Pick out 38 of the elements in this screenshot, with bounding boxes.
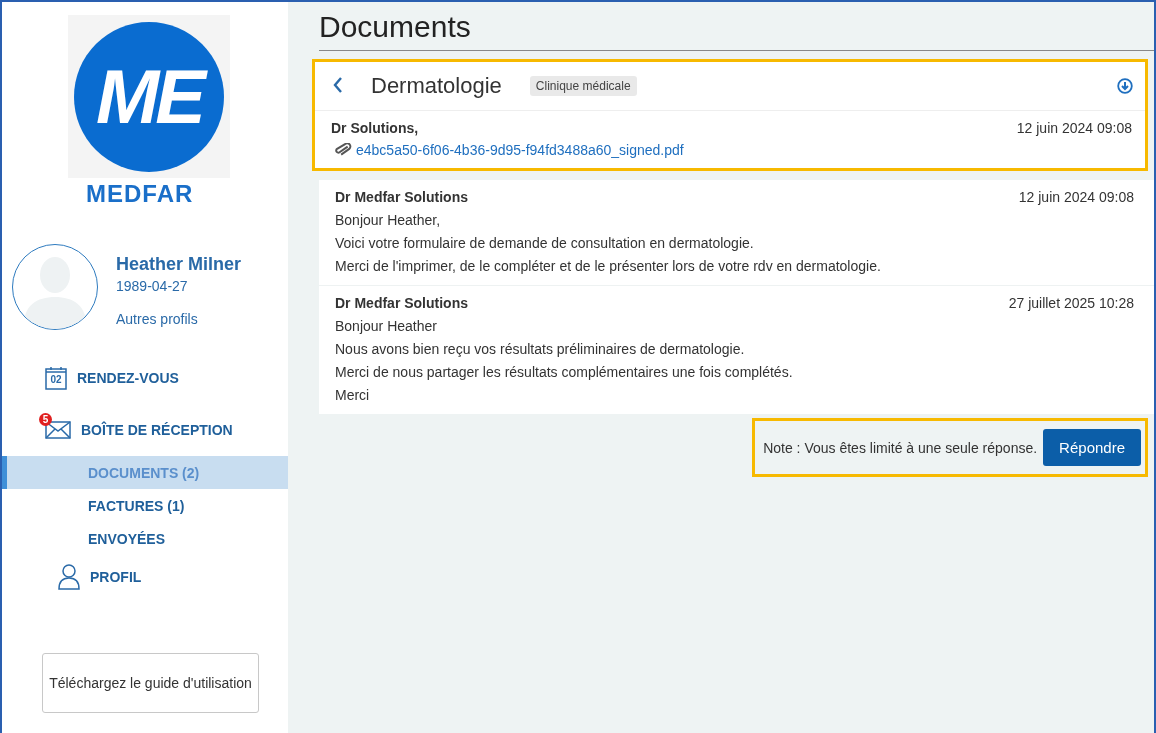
envelope-icon (45, 421, 71, 439)
unread-count-badge: 5 (39, 413, 52, 426)
download-icon[interactable] (1117, 78, 1133, 94)
sender-name: Dr Medfar Solutions (335, 294, 468, 312)
patient-name: Heather Milner (116, 254, 242, 275)
logo-mark: ME (74, 21, 224, 172)
message-line: Voici votre formulaire de demande de consultation en dermatologie. (335, 234, 755, 253)
attachment-link[interactable]: e4bc5a50-6f06-4b36-9d95-f94fd3488a60_signed.pdf (356, 142, 684, 158)
calendar-icon: 02 (45, 366, 67, 390)
message-line: Merci (335, 386, 371, 405)
nav-item[interactable]: BOÎTE DE RÉCEPTION (81, 422, 233, 438)
person-icon (58, 564, 80, 590)
message-line: Nous avons bien reçu vos résultats préliminaires de dermatologie. (335, 340, 746, 359)
message-line: Merci de nous partager les résultats complémentaires une fois complétés. (335, 363, 794, 382)
reply-button[interactable]: Répondre (1043, 429, 1141, 466)
reply-limit-note: Note : Vous êtes limité à une seule réponse. (763, 439, 1038, 456)
message-date: 12 juin 2024 09:08 (1018, 188, 1134, 206)
message-line: Merci de l'imprimer, de le compléter et de le présenter lors de votre rdv en dermatologie. (335, 257, 882, 276)
logo-wordmark: MEDFAR (86, 180, 195, 208)
clinic-tag: Clinique médicale (529, 76, 637, 96)
sender-name: Dr Medfar Solutions (335, 188, 468, 206)
download-guide-button[interactable]: Téléchargez le guide d'utilisation (42, 653, 259, 713)
paperclip-icon (335, 143, 353, 157)
sender-name: Dr Solutions, (331, 120, 419, 136)
message-date: 12 juin 2024 09:08 (1016, 120, 1132, 136)
message-line: Bonjour Heather, (335, 211, 442, 230)
message-line: Bonjour Heather (335, 317, 438, 336)
nav-subitem[interactable]: ENVOYÉES (2, 522, 288, 555)
back-icon[interactable] (333, 77, 343, 93)
thread-subject: Dermatologie (371, 73, 502, 99)
page-title: Documents (319, 10, 1154, 51)
nav-subitem[interactable]: FACTURES (1) (2, 489, 288, 522)
other-profiles-link[interactable]: Autres profils (116, 311, 242, 327)
nav-item[interactable]: RENDEZ-VOUS (77, 370, 179, 386)
message-date: 27 juillet 2025 10:28 (1008, 294, 1134, 312)
birth-date: 1989-04-27 (116, 278, 189, 294)
nav-item[interactable]: PROFIL (90, 569, 142, 585)
avatar-silhouette-icon (23, 257, 87, 329)
